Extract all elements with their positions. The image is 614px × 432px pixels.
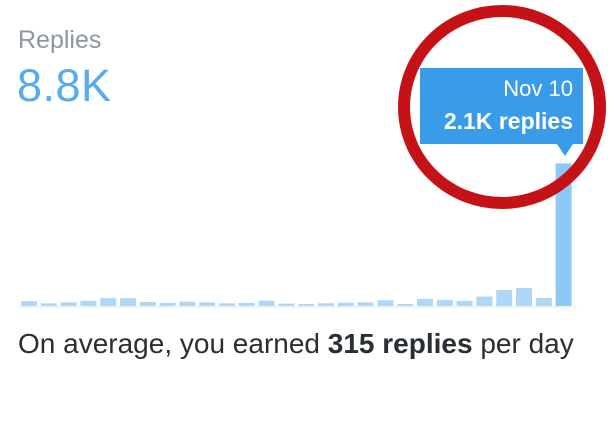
bar[interactable] [219,303,235,306]
tooltip-value: 2.1K replies [444,108,573,134]
bar[interactable] [100,298,117,306]
replies-bar-chart: Nov 10 2.1K replies [19,5,606,308]
bar[interactable] [535,297,552,306]
bar[interactable] [199,302,216,306]
bar[interactable] [516,288,532,306]
bars-group [21,163,572,306]
bar[interactable] [298,304,315,306]
summary-prefix: On average, you earned [18,328,328,359]
bar[interactable] [80,300,97,306]
bar[interactable] [139,301,156,306]
bar[interactable] [120,298,136,306]
bar[interactable] [159,302,176,306]
bar[interactable] [258,300,275,306]
bar[interactable] [318,303,334,306]
bar[interactable] [60,302,77,306]
bar[interactable] [40,303,57,306]
summary-suffix: per day [472,328,574,359]
bar[interactable] [496,290,513,306]
bar[interactable] [278,303,295,306]
tooltip[interactable]: Nov 10 2.1K replies [420,68,583,156]
bar[interactable] [476,296,493,307]
bar[interactable] [456,300,473,306]
bar[interactable] [417,298,433,306]
bar[interactable] [179,301,196,306]
bar[interactable] [377,300,394,306]
bar[interactable] [357,302,374,306]
bar[interactable] [21,301,37,306]
bar[interactable] [238,302,255,306]
tooltip-date: Nov 10 [503,76,573,101]
bar[interactable] [397,304,414,306]
summary-highlight: 315 replies [327,328,473,359]
average-summary: On average, you earned 315 replies per d… [18,325,588,362]
bar[interactable] [436,299,453,306]
bar[interactable] [337,302,354,306]
